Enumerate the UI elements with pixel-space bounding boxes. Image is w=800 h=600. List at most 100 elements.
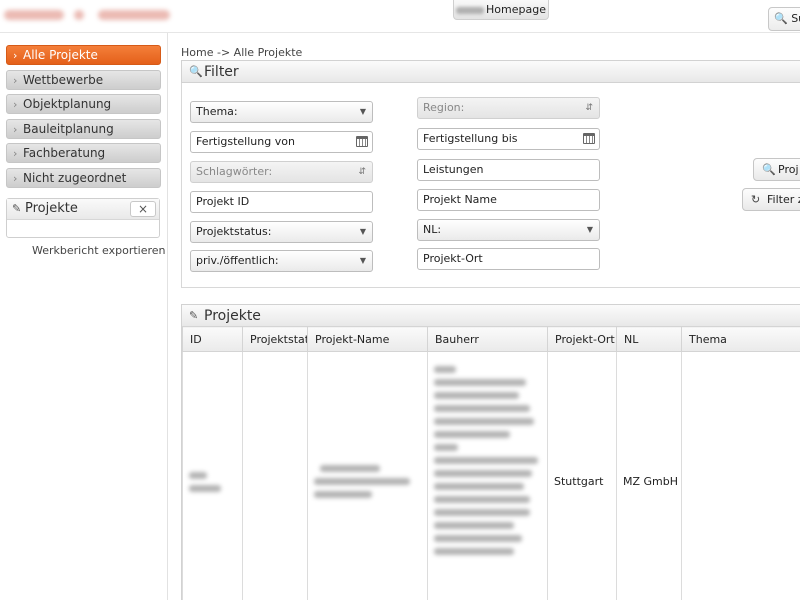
- up-down-icon: ⇵: [358, 167, 366, 177]
- chevron-down-icon: ▼: [359, 107, 366, 116]
- global-search-button[interactable]: 🔍 Su: [768, 7, 800, 31]
- leistungen-field[interactable]: Leistungen: [417, 159, 600, 181]
- chevron-down-icon: ▼: [359, 227, 366, 236]
- redacted-text: [434, 457, 538, 464]
- chevron-right-icon: ›: [13, 147, 18, 160]
- redacted-text: [434, 379, 526, 386]
- projects-title: Projekte: [204, 308, 261, 324]
- redacted-text: [434, 535, 522, 542]
- table-row[interactable]: Stuttgart MZ GmbH: [182, 351, 800, 600]
- column-header-projektstatus[interactable]: Projektstatus: [242, 326, 308, 352]
- redacted-text: [434, 483, 524, 490]
- top-bar: Homepage 🔍 Su: [0, 0, 800, 33]
- magnifier-icon: 🔍: [774, 12, 788, 25]
- nl-select[interactable]: NL: ▼: [417, 219, 600, 241]
- homepage-button[interactable]: Homepage: [453, 0, 549, 20]
- redacted-text: [434, 444, 458, 451]
- projects-panel-title: Projekte: [25, 201, 78, 216]
- projekt-id-field[interactable]: Projekt ID: [190, 191, 373, 213]
- redacted-text: [434, 470, 532, 477]
- column-header-thema[interactable]: Thema: [681, 326, 800, 352]
- refresh-icon: ↻: [751, 193, 761, 206]
- cell-id: [182, 351, 243, 600]
- sidebar-item-wettbewerbe[interactable]: › Wettbewerbe: [6, 70, 161, 90]
- filter-panel-header: 🔍 Filter: [181, 60, 800, 83]
- redacted-text: [314, 491, 372, 498]
- projekt-ort-field[interactable]: Projekt-Ort: [417, 248, 600, 270]
- column-header-id[interactable]: ID: [182, 326, 243, 352]
- redacted-text: [314, 478, 410, 485]
- cell-thema: [681, 351, 800, 600]
- projects-panel: ✎ Projekte ×: [6, 198, 160, 238]
- sidebar-item-objektplanung[interactable]: › Objektplanung: [6, 94, 161, 114]
- calendar-icon[interactable]: [356, 136, 368, 147]
- priv-oeffentlich-select-value: priv./öffentlich:: [196, 254, 279, 267]
- reset-filter-button[interactable]: ↻ Filter z: [742, 188, 800, 211]
- search-label: Su: [791, 12, 800, 25]
- sidebar-item-label: Objektplanung: [23, 97, 112, 111]
- sidebar-item-fachberatung[interactable]: › Fachberatung: [6, 143, 161, 163]
- chevron-right-icon: ›: [13, 123, 18, 136]
- sidebar-item-bauleitplanung[interactable]: › Bauleitplanung: [6, 119, 161, 139]
- redacted-text: [434, 431, 510, 438]
- fertigstellung-bis-text: Fertigstellung bis: [423, 132, 518, 145]
- leistungen-text: Leistungen: [423, 163, 484, 176]
- redacted-text: [189, 484, 221, 492]
- export-werkbericht-link[interactable]: Werkbericht exportieren: [32, 244, 166, 257]
- projekt-ort-text: Projekt-Ort: [423, 252, 483, 265]
- cell-projekt-ort: Stuttgart: [547, 351, 617, 600]
- redacted-text: [434, 509, 530, 516]
- cell-bauherr: [427, 351, 548, 600]
- redacted-text: [320, 465, 380, 472]
- redacted-text: [434, 548, 514, 555]
- column-header-bauherr[interactable]: Bauherr: [427, 326, 548, 352]
- sidebar-item-nicht-zugeordnet[interactable]: › Nicht zugeordnet: [6, 168, 161, 188]
- projects-table-header: ✎ Projekte: [181, 304, 800, 327]
- fertigstellung-von-field[interactable]: Fertigstellung von: [190, 131, 373, 153]
- sidebar-item-label: Nicht zugeordnet: [23, 171, 127, 185]
- projektstatus-select-value: Projektstatus:: [196, 225, 272, 238]
- schlagwoerter-select[interactable]: Schlagwörter: ⇵: [190, 161, 373, 183]
- column-header-projekt-name[interactable]: Projekt-Name: [307, 326, 428, 352]
- magnifier-icon: 🔍: [762, 163, 776, 176]
- thema-select[interactable]: Thema: ▼: [190, 101, 373, 123]
- up-down-icon: ⇵: [585, 103, 593, 113]
- magnifier-icon: 🔍: [189, 65, 203, 78]
- filter-title: Filter: [204, 64, 239, 80]
- sidebar: › Alle Projekte › Wettbewerbe › Objektpl…: [0, 33, 168, 600]
- search-projects-label: Proj: [778, 163, 799, 176]
- projects-table: ID Projektstatus Projekt-Name Bauherr Pr…: [181, 326, 800, 600]
- projektstatus-select[interactable]: Projektstatus: ▼: [190, 221, 373, 243]
- column-header-nl[interactable]: NL: [616, 326, 682, 352]
- region-select-value: Region:: [423, 101, 465, 114]
- sidebar-item-alle-projekte[interactable]: › Alle Projekte: [6, 45, 161, 65]
- search-projects-button[interactable]: 🔍 Proj: [753, 158, 800, 181]
- fertigstellung-von-text: Fertigstellung von: [196, 135, 295, 148]
- chevron-down-icon: ▼: [586, 225, 593, 234]
- priv-oeffentlich-select[interactable]: priv./öffentlich: ▼: [190, 250, 373, 272]
- pencil-icon: ✎: [189, 309, 199, 322]
- chevron-right-icon: ›: [13, 74, 18, 87]
- projekt-id-text: Projekt ID: [196, 195, 250, 208]
- sidebar-item-label: Bauleitplanung: [23, 122, 114, 136]
- reset-filter-label: Filter z: [767, 193, 800, 206]
- redacted-logo-text: [98, 10, 170, 20]
- close-button[interactable]: ×: [130, 201, 156, 217]
- redacted-text: [189, 471, 207, 479]
- sidebar-item-label: Wettbewerbe: [23, 73, 104, 87]
- redacted-text: [434, 418, 534, 425]
- column-header-projekt-ort[interactable]: Projekt-Ort: [547, 326, 617, 352]
- projekt-name-field[interactable]: Projekt Name: [417, 189, 600, 211]
- chevron-right-icon: ›: [13, 172, 18, 185]
- chevron-down-icon: ▼: [359, 256, 366, 265]
- projects-panel-header: ✎ Projekte ×: [7, 199, 159, 220]
- calendar-icon[interactable]: [583, 133, 595, 144]
- redacted-text: [434, 392, 519, 399]
- redacted-text: [434, 405, 530, 412]
- fertigstellung-bis-field[interactable]: Fertigstellung bis: [417, 128, 600, 150]
- cell-projekt-name: [307, 351, 428, 600]
- redacted-logo-text: [74, 10, 84, 20]
- breadcrumb: Home -> Alle Projekte: [181, 46, 303, 59]
- redacted-text: [434, 496, 530, 503]
- region-select[interactable]: Region: ⇵: [417, 97, 600, 119]
